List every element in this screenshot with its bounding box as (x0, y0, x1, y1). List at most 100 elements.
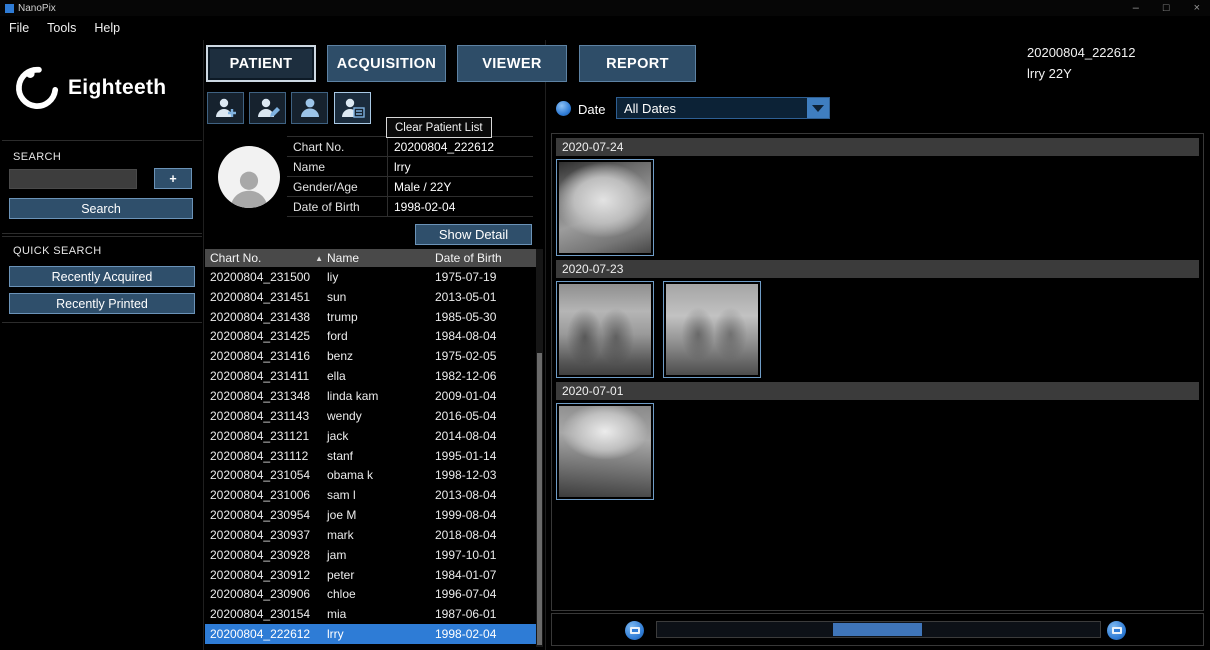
table-row[interactable]: 20200804_222612lrry1998-02-04 (205, 624, 536, 644)
recently-printed-button[interactable]: Recently Printed (9, 293, 195, 314)
table-row[interactable]: 20200804_230906chloe1996-07-04 (205, 585, 536, 605)
date-dropdown[interactable]: All Dates (616, 97, 830, 119)
dropdown-arrow-button[interactable] (807, 98, 829, 118)
xray-thumbnail[interactable] (556, 281, 654, 378)
gallery-scrollbar-thumb[interactable] (833, 623, 922, 636)
xray-thumbnail[interactable] (556, 403, 654, 500)
clear-patient-list-button[interactable] (334, 92, 371, 124)
patient-info-button[interactable] (291, 92, 328, 124)
edit-patient-button[interactable] (249, 92, 286, 124)
titlebar: NanoPix – □ × (0, 0, 1210, 16)
maximize-button[interactable]: □ (1163, 0, 1170, 16)
app-window: NanoPix – □ × File Tools Help Eighteeth … (0, 0, 1210, 650)
field-row: Name lrry (287, 157, 533, 177)
table-cell: linda kam (325, 389, 435, 403)
date-radio[interactable] (556, 101, 571, 116)
search-section-label: SEARCH (13, 151, 61, 163)
date-filter-label: Date (578, 102, 605, 117)
table-cell: wendy (325, 409, 435, 423)
tab-acquisition[interactable]: ACQUISITION (327, 45, 446, 82)
table-row[interactable]: 20200804_230937mark2018-08-04 (205, 525, 536, 545)
table-row[interactable]: 20200804_231411ella1982-12-06 (205, 366, 536, 386)
add-patient-button[interactable] (207, 92, 244, 124)
table-row[interactable]: 20200804_231416benz1975-02-05 (205, 346, 536, 366)
tooltip: Clear Patient List (386, 117, 492, 138)
table-row[interactable]: 20200804_231054obama k1998-12-03 (205, 465, 536, 485)
table-cell: 1998-12-03 (435, 468, 536, 482)
table-row[interactable]: 20200804_230912peter1984-01-07 (205, 565, 536, 585)
table-row[interactable]: 20200804_231425ford1984-08-04 (205, 327, 536, 347)
thumbnail-row (556, 158, 1199, 256)
window-title: NanoPix (18, 3, 56, 14)
search-button[interactable]: Search (9, 198, 193, 219)
table-row[interactable]: 20200804_231438trump1985-05-30 (205, 307, 536, 327)
table-cell: 20200804_231112 (205, 449, 325, 463)
table-row[interactable]: 20200804_230928jam1997-10-01 (205, 545, 536, 565)
thumbnail-row (556, 402, 1199, 500)
table-row[interactable]: 20200804_231500liy1975-07-19 (205, 267, 536, 287)
xray-image (559, 284, 651, 375)
gallery-scrollbar[interactable] (656, 621, 1101, 638)
field-value: lrry (387, 157, 533, 176)
add-patient-icon (214, 97, 238, 119)
brand-logo: Eighteeth (14, 62, 196, 114)
table-cell: lrry (325, 627, 435, 641)
sort-asc-icon: ▲ (315, 254, 323, 263)
tab-label: PATIENT (230, 56, 293, 72)
show-detail-button[interactable]: Show Detail (415, 224, 532, 245)
table-scrollbar[interactable] (536, 249, 543, 647)
table-cell: 20200804_231411 (205, 369, 325, 383)
field-label: Name (287, 160, 387, 174)
table-row[interactable]: 20200804_231348linda kam2009-01-04 (205, 386, 536, 406)
tab-report[interactable]: REPORT (579, 45, 696, 82)
date-group-header: 2020-07-23 (556, 260, 1199, 278)
xray-thumbnail[interactable] (663, 281, 761, 378)
table-cell: 20200804_231451 (205, 290, 325, 304)
edit-patient-icon (256, 97, 280, 119)
close-button[interactable]: × (1194, 0, 1200, 16)
table-cell: 20200804_222612 (205, 627, 325, 641)
table-scrollbar-thumb[interactable] (537, 353, 542, 645)
date-group-header: 2020-07-24 (556, 138, 1199, 156)
add-search-button[interactable]: + (154, 168, 192, 189)
table-row[interactable]: 20200804_231006sam l2013-08-04 (205, 485, 536, 505)
field-value: 20200804_222612 (387, 137, 533, 156)
column-name[interactable]: Name (325, 251, 435, 265)
tab-patient[interactable]: PATIENT (206, 45, 316, 82)
xray-image (559, 162, 651, 253)
patient-info-icon (298, 97, 322, 119)
minimize-button[interactable]: – (1133, 0, 1139, 16)
table-cell: 2009-01-04 (435, 389, 536, 403)
table-cell: jam (325, 548, 435, 562)
divider-left (203, 40, 204, 650)
next-page-button[interactable] (1107, 621, 1126, 640)
table-cell: joe M (325, 508, 435, 522)
prev-page-button[interactable] (625, 621, 644, 640)
table-cell: 1997-10-01 (435, 548, 536, 562)
table-row[interactable]: 20200804_231112stanf1995-01-14 (205, 446, 536, 466)
table-cell: mia (325, 607, 435, 621)
menu-file[interactable]: File (9, 21, 29, 35)
table-row[interactable]: 20200804_231143wendy2016-05-04 (205, 406, 536, 426)
quick-search-label: QUICK SEARCH (13, 245, 102, 257)
avatar-person-icon (227, 168, 271, 208)
xray-thumbnail[interactable] (556, 159, 654, 256)
table-row[interactable]: 20200804_231121jack2014-08-04 (205, 426, 536, 446)
table-cell: peter (325, 568, 435, 582)
tab-viewer[interactable]: VIEWER (457, 45, 567, 82)
column-date-of-birth[interactable]: Date of Birth (435, 251, 536, 265)
table-row[interactable]: 20200804_231451sun2013-05-01 (205, 287, 536, 307)
table-cell: 2013-08-04 (435, 488, 536, 502)
table-cell: 1984-01-07 (435, 568, 536, 582)
menu-tools[interactable]: Tools (47, 21, 76, 35)
table-row[interactable]: 20200804_230954joe M1999-08-04 (205, 505, 536, 525)
menu-help[interactable]: Help (94, 21, 120, 35)
recently-acquired-button[interactable]: Recently Acquired (9, 266, 195, 287)
thumbnail-row (556, 280, 1199, 378)
table-cell: 20200804_231143 (205, 409, 325, 423)
field-value: Male / 22Y (387, 177, 533, 196)
search-input[interactable] (9, 169, 137, 189)
table-cell: 2016-05-04 (435, 409, 536, 423)
column-chart-no[interactable]: Chart No. ▲ (205, 251, 325, 265)
table-row[interactable]: 20200804_230154mia1987-06-01 (205, 604, 536, 624)
